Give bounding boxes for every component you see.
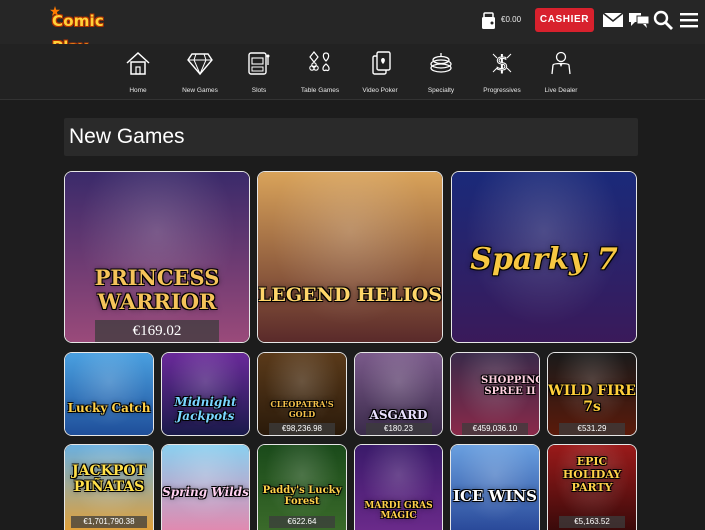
mail-icon[interactable] bbox=[602, 10, 624, 30]
game-title: ICE WINS bbox=[452, 487, 538, 505]
nav-item-live-dealer[interactable]: Live Dealer bbox=[530, 50, 592, 98]
game-tile-shopping-spree-ii[interactable]: SHOPPING SPREE II €459,036.10 bbox=[450, 352, 540, 436]
chips-icon bbox=[430, 53, 452, 73]
game-art bbox=[258, 172, 442, 342]
game-tile-midnight-jackpots[interactable]: Midnight Jackpots bbox=[161, 352, 250, 436]
game-title: EPIC HOLIDAY PARTY bbox=[562, 455, 622, 494]
dollar-icon: $ bbox=[492, 51, 512, 76]
game-tile-epic-holiday-party[interactable]: EPIC HOLIDAY PARTY €5,163.52 bbox=[547, 444, 637, 530]
game-title: Sparky 7 bbox=[470, 242, 618, 277]
search-icon[interactable] bbox=[652, 10, 674, 30]
jackpot-amount: €98,236.98 bbox=[269, 423, 335, 435]
game-art bbox=[65, 172, 249, 342]
jackpot-amount: €531.29 bbox=[559, 423, 625, 435]
nav-label: Home bbox=[129, 87, 147, 94]
wallet-icon[interactable] bbox=[480, 11, 498, 31]
game-title: SHOPPING SPREE II bbox=[481, 375, 540, 397]
jackpot-amount: €5,163.52 bbox=[559, 516, 625, 528]
nav-item-specialty[interactable]: Specialty bbox=[410, 50, 472, 98]
nav-item-new-games[interactable]: New Games bbox=[169, 50, 231, 98]
slot-machine-icon bbox=[248, 52, 270, 75]
nav-label: Specialty bbox=[427, 87, 455, 94]
game-title: JACKPOT PIÑATAS bbox=[72, 463, 146, 495]
game-tile-spring-wilds[interactable]: Spring Wilds bbox=[161, 444, 250, 530]
svg-text:$: $ bbox=[496, 51, 509, 75]
game-title: Spring Wilds bbox=[162, 485, 249, 499]
jackpot-amount: €180.23 bbox=[365, 423, 432, 435]
game-tile-sparky-7[interactable]: Sparky 7 bbox=[451, 171, 637, 343]
cashier-button[interactable]: CASHIER bbox=[535, 8, 594, 32]
nav-item-home[interactable]: Home bbox=[107, 50, 169, 98]
game-art bbox=[65, 353, 153, 435]
card-suits-icon bbox=[309, 51, 330, 72]
category-nav: Home New Games Slots Table Games Video P… bbox=[0, 44, 705, 100]
diamond-icon bbox=[187, 53, 213, 76]
game-tile-jackpot-pinatas[interactable]: JACKPOT PIÑATAS €1,701,790.38 bbox=[64, 444, 154, 530]
game-tile-asgard[interactable]: ASGARD €180.23 bbox=[354, 352, 443, 436]
game-title: PRINCESS WARRIOR bbox=[94, 265, 220, 314]
game-tile-cleopatras-gold[interactable]: CLEOPATRA'S GOLD €98,236.98 bbox=[257, 352, 347, 436]
game-tile-paddys-lucky-forest[interactable]: Paddy's Lucky Forest €622.64 bbox=[257, 444, 347, 530]
dealer-icon bbox=[551, 51, 571, 75]
home-icon bbox=[126, 51, 150, 75]
game-title: ASGARD bbox=[369, 408, 428, 422]
cards-icon bbox=[372, 51, 391, 75]
menu-icon[interactable] bbox=[678, 10, 700, 30]
jackpot-amount: €1,701,790.38 bbox=[71, 516, 147, 528]
nav-label: Video Poker bbox=[362, 87, 398, 94]
game-tile-mardi-gras-magic[interactable]: MARDI GRAS MAGIC bbox=[354, 444, 443, 530]
game-tile-princess-warrior[interactable]: PRINCESS WARRIOR €169.02 bbox=[64, 171, 250, 343]
nav-item-progressives[interactable]: $ Progressives bbox=[471, 50, 533, 98]
game-tile-lucky-catch[interactable]: Lucky Catch bbox=[64, 352, 154, 436]
game-tile-ice-wins[interactable]: ICE WINS bbox=[450, 444, 540, 530]
nav-label: Live Dealer bbox=[544, 87, 578, 94]
game-title: Midnight Jackpots bbox=[174, 395, 237, 423]
section-title: New Games bbox=[64, 118, 638, 156]
site-logo[interactable]: Comic Play bbox=[50, 6, 132, 56]
nav-label: Table Games bbox=[300, 87, 340, 94]
nav-label: Progressives bbox=[483, 87, 521, 94]
chat-icon[interactable] bbox=[628, 10, 650, 30]
jackpot-amount: €459,036.10 bbox=[462, 423, 528, 435]
game-title: MARDI GRAS MAGIC bbox=[364, 501, 433, 521]
game-tile-wild-fire-7s[interactable]: WILD FIRE 7s €531.29 bbox=[547, 352, 637, 436]
game-title: Lucky Catch bbox=[67, 401, 151, 415]
nav-label: New Games bbox=[182, 87, 218, 94]
nav-label: Slots bbox=[251, 87, 267, 94]
nav-item-table-games[interactable]: Table Games bbox=[289, 50, 351, 98]
game-title: LEGEND HELIOS bbox=[258, 284, 442, 306]
nav-item-slots[interactable]: Slots bbox=[228, 50, 290, 98]
game-tile-legend-of-helios[interactable]: LEGEND HELIOS bbox=[257, 171, 443, 343]
jackpot-amount: €169.02 bbox=[95, 320, 219, 342]
nav-item-video-poker[interactable]: Video Poker bbox=[349, 50, 411, 98]
game-title: Paddy's Lucky Forest bbox=[262, 485, 342, 507]
jackpot-amount: €622.64 bbox=[269, 516, 335, 528]
game-title: WILD FIRE 7s bbox=[548, 383, 636, 415]
top-header: Comic Play €0.00 CASHIER bbox=[0, 0, 705, 56]
balance-amount: €0.00 bbox=[501, 15, 522, 24]
game-title: CLEOPATRA'S GOLD bbox=[270, 399, 334, 419]
